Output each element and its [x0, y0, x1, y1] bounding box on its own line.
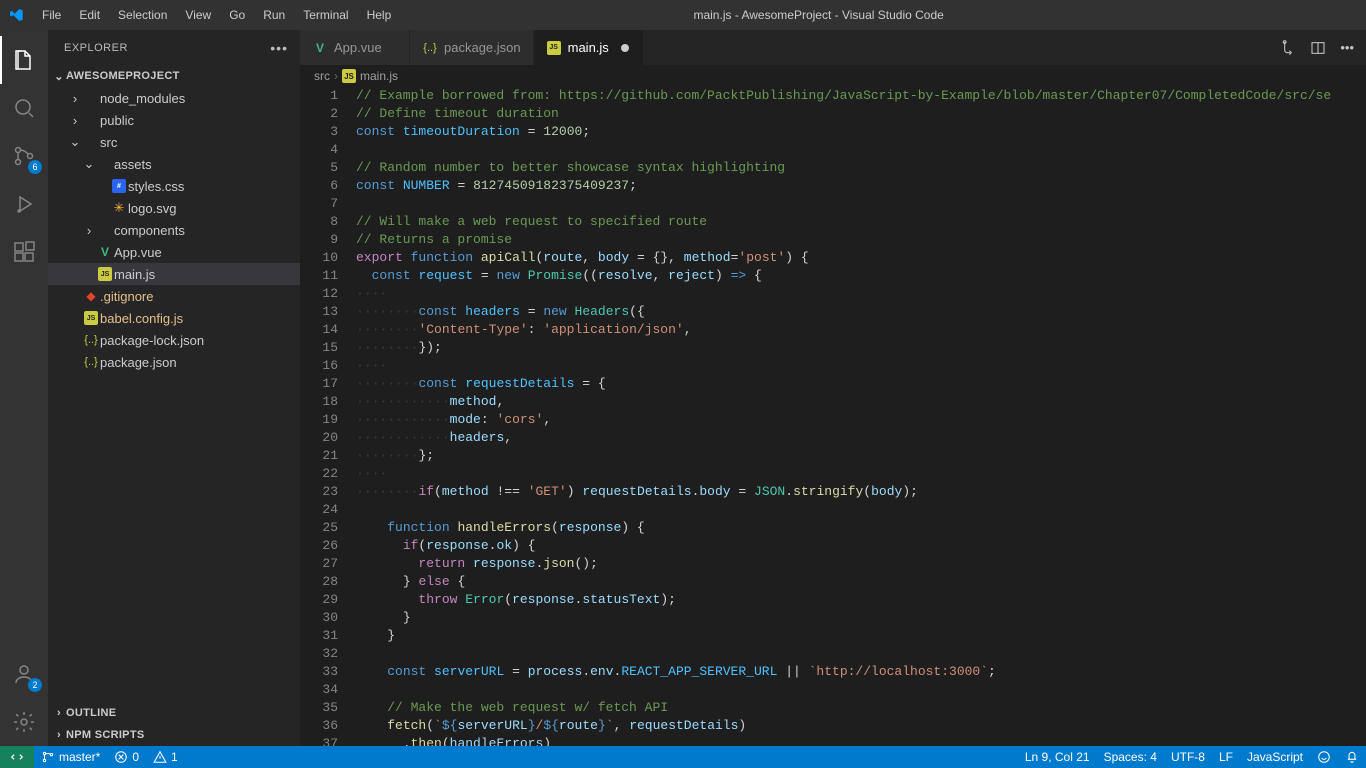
- status-errors[interactable]: 0: [107, 746, 146, 768]
- activity-accounts-icon[interactable]: 2: [0, 650, 48, 698]
- activity-search-icon[interactable]: [0, 84, 48, 132]
- activity-scm-icon[interactable]: 6: [0, 132, 48, 180]
- editor-zone: VApp.vue{..}package.jsonJSmain.js ••• sr…: [300, 30, 1366, 746]
- window-title: main.js - AwesomeProject - Visual Studio…: [399, 8, 1238, 22]
- tree-item-main-js[interactable]: JSmain.js: [48, 263, 300, 285]
- breadcrumb[interactable]: src › JS main.js: [300, 65, 1366, 87]
- tree-item-src[interactable]: ⌄src: [48, 131, 300, 153]
- split-editor-icon[interactable]: [1310, 40, 1326, 56]
- menu-edit[interactable]: Edit: [71, 4, 108, 26]
- explorer-header: EXPLORER •••: [48, 30, 300, 65]
- tree-item-package-json[interactable]: {..}package.json: [48, 351, 300, 373]
- activity-debug-icon[interactable]: [0, 180, 48, 228]
- tree-item-App-vue[interactable]: VApp.vue: [48, 241, 300, 263]
- tree-item-logo-svg[interactable]: ✳logo.svg: [48, 197, 300, 219]
- js-file-icon: JS: [342, 69, 356, 83]
- remote-indicator-icon[interactable]: [0, 746, 34, 768]
- compare-changes-icon[interactable]: [1280, 40, 1296, 56]
- status-bell-icon[interactable]: [1338, 746, 1366, 768]
- tree-item-node_modules[interactable]: ›node_modules: [48, 87, 300, 109]
- accounts-badge: 2: [28, 678, 42, 692]
- more-actions-icon[interactable]: •••: [1340, 40, 1354, 55]
- tree-item-styles-css[interactable]: #styles.css: [48, 175, 300, 197]
- tab-main-js[interactable]: JSmain.js: [534, 30, 644, 65]
- tree-item-assets[interactable]: ⌄assets: [48, 153, 300, 175]
- status-spaces[interactable]: Spaces: 4: [1097, 746, 1164, 768]
- status-branch[interactable]: master*: [34, 746, 107, 768]
- activity-extensions-icon[interactable]: [0, 228, 48, 276]
- status-encoding[interactable]: UTF-8: [1164, 746, 1212, 768]
- menu-help[interactable]: Help: [359, 4, 400, 26]
- activity-bar: 6 2: [0, 30, 48, 746]
- breadcrumb-folder[interactable]: src: [314, 69, 330, 83]
- status-eol[interactable]: LF: [1212, 746, 1240, 768]
- activity-settings-icon[interactable]: [0, 698, 48, 746]
- vscode-logo-icon: [8, 7, 24, 23]
- tree-item-public[interactable]: ›public: [48, 109, 300, 131]
- tree-item-components[interactable]: ›components: [48, 219, 300, 241]
- tab-package-json[interactable]: {..}package.json: [410, 30, 534, 65]
- sidebar: EXPLORER ••• ⌄AWESOMEPROJECT ›node_modul…: [48, 30, 300, 746]
- scm-badge: 6: [28, 160, 42, 174]
- tree-item--gitignore[interactable]: ◆.gitignore: [48, 285, 300, 307]
- status-cursor[interactable]: Ln 9, Col 21: [1018, 746, 1097, 768]
- outline-section-header[interactable]: ›OUTLINE: [48, 702, 300, 724]
- project-section-header[interactable]: ⌄AWESOMEPROJECT: [48, 65, 300, 87]
- dirty-indicator-icon: [621, 44, 629, 52]
- tab-App-vue[interactable]: VApp.vue: [300, 30, 410, 65]
- title-bar: File Edit Selection View Go Run Terminal…: [0, 0, 1366, 30]
- menu-run[interactable]: Run: [255, 4, 293, 26]
- menu-selection[interactable]: Selection: [110, 4, 175, 26]
- menu-bar: File Edit Selection View Go Run Terminal…: [34, 4, 399, 26]
- tree-item-babel-config-js[interactable]: JSbabel.config.js: [48, 307, 300, 329]
- status-bar: master* 0 1 Ln 9, Col 21 Spaces: 4 UTF-8…: [0, 746, 1366, 768]
- status-warnings[interactable]: 1: [146, 746, 185, 768]
- file-tree: ›node_modules›public⌄src⌄assets#styles.c…: [48, 87, 300, 702]
- explorer-more-icon[interactable]: •••: [270, 40, 288, 56]
- menu-terminal[interactable]: Terminal: [295, 4, 356, 26]
- breadcrumb-file[interactable]: main.js: [360, 69, 398, 83]
- npm-section-header[interactable]: ›NPM SCRIPTS: [48, 724, 300, 746]
- menu-view[interactable]: View: [177, 4, 219, 26]
- status-language[interactable]: JavaScript: [1240, 746, 1310, 768]
- menu-file[interactable]: File: [34, 4, 69, 26]
- code-editor[interactable]: 1234567891011121314151617181920212223242…: [300, 87, 1366, 746]
- menu-go[interactable]: Go: [221, 4, 253, 26]
- status-feedback-icon[interactable]: [1310, 746, 1338, 768]
- tabs-bar: VApp.vue{..}package.jsonJSmain.js •••: [300, 30, 1366, 65]
- activity-explorer-icon[interactable]: [0, 36, 48, 84]
- tree-item-package-lock-json[interactable]: {..}package-lock.json: [48, 329, 300, 351]
